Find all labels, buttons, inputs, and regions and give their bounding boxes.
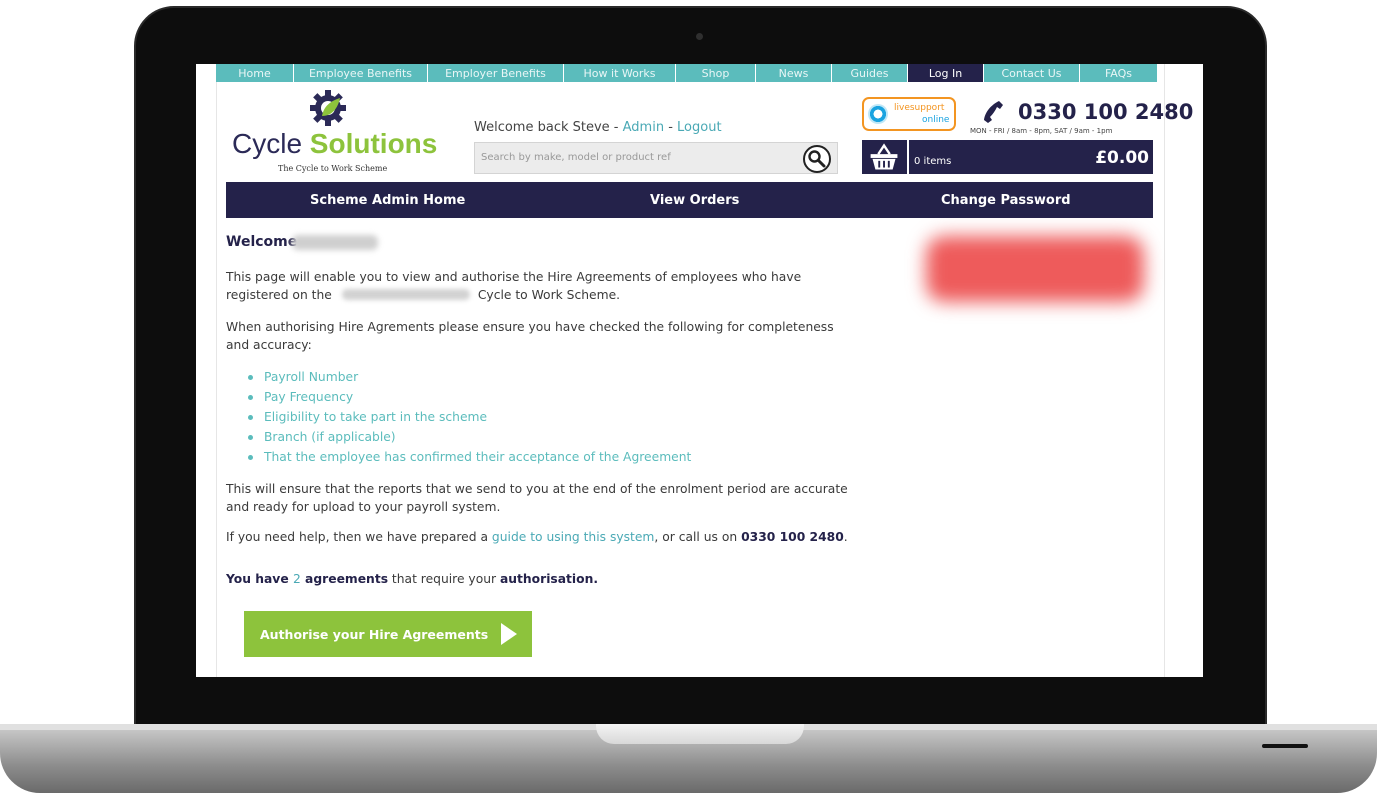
brand-name: Cycle Solutions	[232, 128, 437, 160]
help-text-middle: , or call us on	[654, 530, 742, 544]
webcam-dot	[696, 33, 703, 40]
top-nav-shop[interactable]: Shop	[676, 64, 756, 82]
top-nav-log-in[interactable]: Log In	[908, 64, 984, 82]
authorise-agreements-button[interactable]: Authorise your Hire Agreements	[244, 611, 532, 657]
browser-screen: Home Employee Benefits Employer Benefits…	[196, 64, 1203, 677]
agreements-end: authorisation.	[500, 572, 598, 586]
top-nav-faqs[interactable]: FAQs	[1080, 64, 1158, 82]
help-text-suffix: .	[843, 530, 848, 544]
admin-nav-view-orders[interactable]: View Orders	[650, 193, 739, 208]
reports-text-line-1: This will ensure that the reports that w…	[226, 482, 848, 496]
welcome-heading: Welcome	[226, 234, 298, 250]
redacted-user-name	[292, 235, 378, 250]
help-text-prefix: If you need help, then we have prepared …	[226, 530, 492, 544]
authorise-agreements-label: Authorise your Hire Agreements	[260, 627, 489, 642]
top-nav-employer-benefits[interactable]: Employer Benefits	[428, 64, 564, 82]
admin-link[interactable]: Admin	[623, 120, 664, 135]
logout-link[interactable]: Logout	[677, 120, 722, 135]
brand-tagline: The Cycle to Work Scheme	[278, 164, 388, 173]
basket-item-count: 0 items	[914, 156, 952, 167]
agreements-middle: that require your	[388, 572, 500, 586]
top-nav-home[interactable]: Home	[216, 64, 294, 82]
top-nav-news[interactable]: News	[756, 64, 832, 82]
intro-text-a: registered on the	[226, 288, 332, 302]
welcome-separator: -	[664, 120, 678, 135]
agreements-count: 2	[292, 572, 301, 586]
welcome-text: Welcome back Steve -	[474, 120, 623, 135]
intro-text-line-1: This page will enable you to view and au…	[226, 270, 802, 284]
opening-hours: MON - FRI / 8am - 8pm, SAT / 9am - 1pm	[970, 127, 1113, 135]
checklist: Payroll Number Pay Frequency Eligibility…	[246, 367, 691, 467]
reports-text-line-2: and ready for upload to your payroll sys…	[226, 500, 501, 514]
checklist-item: Payroll Number	[246, 367, 691, 387]
top-nav-employee-benefits[interactable]: Employee Benefits	[294, 64, 428, 82]
guide-link[interactable]: guide to using this system	[492, 530, 654, 544]
admin-nav-scheme-admin-home[interactable]: Scheme Admin Home	[310, 193, 465, 208]
top-nav-contact-us[interactable]: Contact Us	[984, 64, 1080, 82]
live-support-badge[interactable]: livesupport online	[862, 97, 956, 131]
laptop-opening-notch	[596, 724, 804, 744]
checklist-intro-line-2: and accuracy:	[226, 338, 312, 352]
brand-name-part1: Cycle	[232, 128, 310, 159]
phone-number[interactable]: 0330 100 2480	[1018, 100, 1193, 124]
help-text: If you need help, then we have prepared …	[226, 528, 848, 546]
live-support-label: livesupport	[894, 103, 945, 113]
intro-text-b: Cycle to Work Scheme.	[477, 288, 621, 302]
top-nav-how-it-works[interactable]: How it Works	[564, 64, 676, 82]
checklist-item: Branch (if applicable)	[246, 427, 691, 447]
admin-nav: Scheme Admin Home View Orders Change Pas…	[226, 182, 1153, 218]
phone-icon	[984, 101, 1003, 123]
redacted-banner	[926, 236, 1144, 302]
admin-nav-change-password[interactable]: Change Password	[941, 193, 1071, 208]
checklist-item: That the employee has confirmed their ac…	[246, 447, 691, 467]
checklist-intro-line-1: When authorising Hire Agrements please e…	[226, 320, 834, 334]
live-support-status: online	[922, 115, 950, 125]
gear-leaf-logo-icon	[310, 90, 346, 126]
search-icon[interactable]	[802, 144, 832, 174]
laptop-mockup: Home Employee Benefits Employer Benefits…	[0, 0, 1377, 793]
page-edge-right	[1164, 64, 1165, 677]
live-support-icon	[868, 104, 888, 124]
play-arrow-icon	[501, 623, 517, 645]
agreements-prefix: You have	[226, 572, 293, 586]
laptop-indicator-light	[1262, 744, 1308, 748]
search-placeholder: Search by make, model or product ref	[481, 152, 671, 163]
basket-icon	[870, 140, 909, 174]
checklist-item: Pay Frequency	[246, 387, 691, 407]
welcome-line: Welcome back Steve - Admin - Logout	[474, 120, 722, 135]
top-nav: Home Employee Benefits Employer Benefits…	[216, 64, 1158, 82]
basket-total: £0.00	[1095, 148, 1149, 168]
agreements-summary: You have 2 agreements that require your …	[226, 570, 598, 588]
checklist-item: Eligibility to take part in the scheme	[246, 407, 691, 427]
help-phone-number: 0330 100 2480	[741, 530, 844, 544]
redacted-scheme-name	[342, 289, 470, 300]
top-nav-guides[interactable]: Guides	[832, 64, 908, 82]
brand-name-part2: Solutions	[309, 128, 438, 159]
page-edge-left	[216, 64, 217, 677]
search-input[interactable]: Search by make, model or product ref	[474, 142, 838, 174]
agreements-word: agreements	[300, 572, 389, 586]
basket-bar[interactable]: 0 items £0.00	[862, 140, 1153, 174]
site-logo[interactable]: Cycle Solutions The Cycle to Work Scheme	[226, 88, 446, 178]
